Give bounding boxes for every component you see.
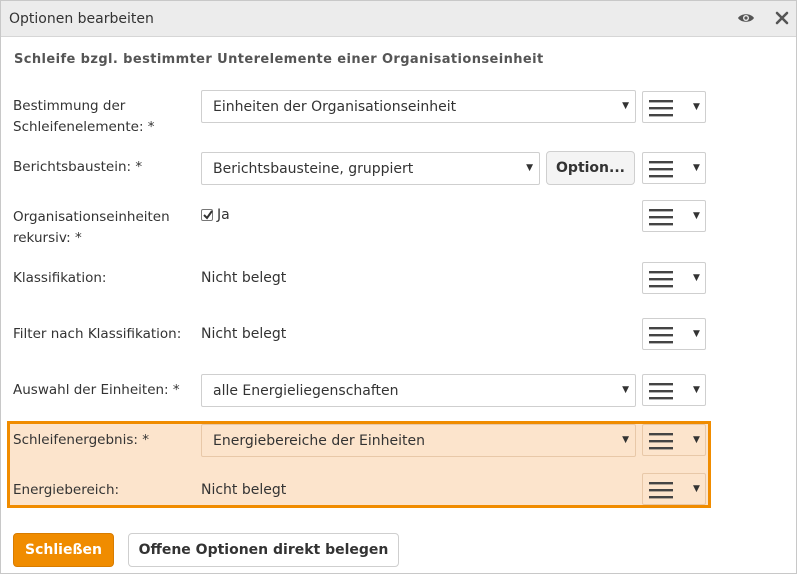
filter-menu-button[interactable]: ▼ [642, 318, 706, 350]
filter-label: Filter nach Klassifikation: [13, 326, 182, 342]
klassifikation-label: Klassifikation: [13, 270, 107, 286]
caret-down-icon: ▼ [693, 211, 700, 221]
dialog-title: Optionen bearbeiten [9, 11, 154, 27]
section-heading: Schleife bzgl. bestimmter Unterelemente … [14, 52, 544, 67]
energiebereich-menu-button[interactable]: ▼ [642, 473, 706, 505]
hamburger-menu-icon [649, 482, 673, 499]
option-button[interactable]: Option... [546, 151, 635, 185]
bestimmung-menu-button[interactable]: ▼ [642, 91, 706, 123]
hamburger-menu-icon [649, 209, 673, 226]
hamburger-menu-icon [649, 161, 673, 178]
klassifikation-menu-button[interactable]: ▼ [642, 262, 706, 294]
berichtsbaustein-select[interactable]: Berichtsbausteine, gruppiert ▼ [201, 152, 540, 185]
eye-icon[interactable] [737, 10, 755, 26]
caret-down-icon: ▼ [622, 385, 629, 395]
caret-down-icon: ▼ [693, 385, 700, 395]
berichtsbaustein-label: Berichtsbaustein: * [13, 159, 143, 175]
hamburger-menu-icon [649, 327, 673, 344]
filter-value: Nicht belegt [201, 326, 287, 342]
energiebereich-label: Energiebereich: [13, 482, 120, 498]
caret-down-icon: ▼ [622, 101, 629, 111]
energiebereich-value: Nicht belegt [201, 482, 287, 498]
hamburger-menu-icon [649, 383, 673, 400]
open-options-button[interactable]: Offene Optionen direkt belegen [128, 533, 399, 567]
auswahl-select[interactable]: alle Energieliegenschaften ▼ [201, 374, 636, 407]
options-dialog: Optionen bearbeiten Schleife bzgl. besti… [0, 0, 797, 574]
caret-down-icon: ▼ [526, 163, 533, 173]
rekursiv-menu-button[interactable]: ▼ [642, 200, 706, 232]
title-bar: Optionen bearbeiten [1, 1, 796, 37]
hamburger-menu-icon [649, 100, 673, 117]
caret-down-icon: ▼ [693, 102, 700, 112]
schleifenergebnis-select[interactable]: Energiebereiche der Einheiten ▼ [201, 424, 636, 457]
caret-down-icon: ▼ [693, 273, 700, 283]
schleifenergebnis-menu-button[interactable]: ▼ [642, 424, 706, 456]
berichtsbaustein-menu-button[interactable]: ▼ [642, 152, 706, 184]
hamburger-menu-icon [649, 271, 673, 288]
checkmark-icon [203, 210, 213, 220]
schleifenergebnis-label: Schleifenergebnis: * [13, 432, 149, 448]
caret-down-icon: ▼ [693, 329, 700, 339]
auswahl-menu-button[interactable]: ▼ [642, 374, 706, 406]
close-button[interactable]: Schließen [13, 533, 114, 567]
caret-down-icon: ▼ [693, 435, 700, 445]
bestimmung-label: Bestimmung der Schleifenelemente: * [13, 98, 155, 135]
rekursiv-label: Organisationseinheiten rekursiv: * [13, 209, 170, 246]
bestimmung-select[interactable]: Einheiten der Organisationseinheit ▼ [201, 90, 636, 123]
rekursiv-checkbox-label: Ja [217, 207, 230, 223]
caret-down-icon: ▼ [693, 484, 700, 494]
caret-down-icon: ▼ [622, 435, 629, 445]
rekursiv-checkbox[interactable] [201, 209, 213, 221]
hamburger-menu-icon [649, 433, 673, 450]
caret-down-icon: ▼ [693, 163, 700, 173]
auswahl-label: Auswahl der Einheiten: * [13, 382, 180, 398]
klassifikation-value: Nicht belegt [201, 270, 287, 286]
close-icon[interactable] [774, 10, 792, 26]
